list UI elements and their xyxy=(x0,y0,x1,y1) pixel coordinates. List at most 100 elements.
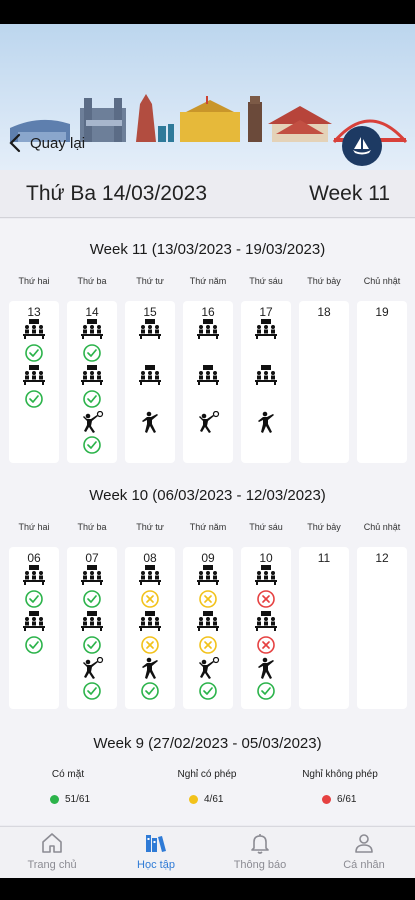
day-card[interactable]: 11 xyxy=(299,547,349,709)
day-card[interactable]: 07 xyxy=(67,547,117,709)
day-card[interactable]: 10 xyxy=(241,547,291,709)
attendance-list[interactable]: Week 11 (13/03/2023 - 19/03/2023) Thứ hai… xyxy=(0,219,415,825)
present-check-icon xyxy=(80,342,104,364)
day-card[interactable]: 08 xyxy=(125,547,175,709)
class-icon xyxy=(80,365,104,387)
legend-value: 4/61 xyxy=(189,794,223,805)
unexcused-x-icon xyxy=(254,634,278,656)
day-header: Thứ sáu xyxy=(249,276,283,286)
day-number: 15 xyxy=(143,305,157,319)
class-icon xyxy=(196,565,220,587)
legend-count: 6/61 xyxy=(337,794,357,805)
legend-count: 4/61 xyxy=(204,794,224,805)
day-header: Thứ hai xyxy=(18,276,50,286)
martial-arts-icon xyxy=(254,411,278,433)
day-card[interactable]: 19 xyxy=(357,301,407,463)
class-icon xyxy=(22,611,46,633)
day-card[interactable]: 15 xyxy=(125,301,175,463)
excused-dot-icon xyxy=(189,795,198,804)
class-icon xyxy=(254,319,278,341)
day-number: 11 xyxy=(317,551,331,565)
day-number: 06 xyxy=(27,551,41,565)
day-card[interactable]: 12 xyxy=(357,547,407,709)
present-check-icon xyxy=(22,588,46,610)
legend-label: Có mặt xyxy=(51,769,85,780)
school-logo xyxy=(342,126,382,166)
present-check-icon xyxy=(22,342,46,364)
day-header: Thứ bảy xyxy=(307,276,341,286)
class-icon xyxy=(22,565,46,587)
legend-count: 51/61 xyxy=(65,794,91,805)
chevron-left-icon xyxy=(9,133,21,153)
tab-profile[interactable]: Cá nhân xyxy=(312,831,415,877)
ship-logo-icon xyxy=(353,137,371,155)
day-card[interactable]: 06 xyxy=(9,547,59,709)
day-number: 18 xyxy=(317,305,331,319)
class-icon xyxy=(196,611,220,633)
day-number: 12 xyxy=(375,551,389,565)
tab-label: Trang chủ xyxy=(27,859,77,871)
legend-value: 6/61 xyxy=(322,794,356,805)
day-card[interactable]: 13 xyxy=(9,301,59,463)
day-header: Thứ tư xyxy=(136,276,164,286)
excused-x-icon xyxy=(196,588,220,610)
day-header: Thứ năm xyxy=(189,276,227,286)
books-icon xyxy=(104,831,208,855)
week-title: Week 10 (06/03/2023 - 12/03/2023) xyxy=(89,487,326,504)
date-bar: Thứ Ba 14/03/2023 Week 11 xyxy=(0,170,415,218)
present-check-icon xyxy=(138,680,162,702)
present-check-icon xyxy=(80,588,104,610)
day-number: 16 xyxy=(201,305,215,319)
day-number: 07 xyxy=(85,551,99,565)
tab-notifications[interactable]: Thông báo xyxy=(208,831,312,877)
day-header: Thứ bảy xyxy=(307,522,341,532)
back-label: Quay lại xyxy=(30,134,86,152)
volleyball-icon xyxy=(196,657,220,679)
tab-study[interactable]: Học tập xyxy=(104,831,208,877)
class-icon xyxy=(196,319,220,341)
day-header: Thứ ba xyxy=(77,522,107,532)
present-check-icon xyxy=(80,434,104,456)
week-title: Week 9 (27/02/2023 - 05/03/2023) xyxy=(93,735,322,752)
legend-value: 51/61 xyxy=(50,794,90,805)
day-card[interactable]: 09 xyxy=(183,547,233,709)
back-button[interactable]: Quay lại xyxy=(6,132,85,154)
class-icon xyxy=(254,611,278,633)
current-week: Week 11 xyxy=(309,182,390,205)
class-icon xyxy=(254,365,278,387)
volleyball-icon xyxy=(196,411,220,433)
class-icon xyxy=(138,319,162,341)
day-number: 09 xyxy=(201,551,215,565)
day-card[interactable]: 14 xyxy=(67,301,117,463)
home-icon xyxy=(0,831,104,855)
day-card[interactable]: 17 xyxy=(241,301,291,463)
class-icon xyxy=(22,365,46,387)
day-header: Thứ hai xyxy=(18,522,50,532)
present-check-icon xyxy=(80,388,104,410)
volleyball-icon xyxy=(80,657,104,679)
day-header: Thứ ba xyxy=(77,276,107,286)
tab-home[interactable]: Trang chủ xyxy=(0,831,104,877)
present-dot-icon xyxy=(50,795,59,804)
present-check-icon xyxy=(80,680,104,702)
day-header: Chủ nhật xyxy=(363,522,401,532)
class-icon xyxy=(80,565,104,587)
tab-label: Học tập xyxy=(137,859,175,871)
present-check-icon xyxy=(22,634,46,656)
excused-x-icon xyxy=(196,634,220,656)
day-number: 08 xyxy=(143,551,157,565)
day-card[interactable]: 16 xyxy=(183,301,233,463)
day-number: 14 xyxy=(85,305,99,319)
martial-arts-icon xyxy=(138,657,162,679)
class-icon xyxy=(196,365,220,387)
day-card[interactable]: 18 xyxy=(299,301,349,463)
status-bar xyxy=(0,0,415,24)
unexcused-dot-icon xyxy=(322,795,331,804)
person-icon xyxy=(312,831,415,855)
current-date: Thứ Ba 14/03/2023 xyxy=(26,182,208,205)
class-icon xyxy=(138,365,162,387)
present-check-icon xyxy=(254,680,278,702)
home-indicator-bar xyxy=(0,878,415,900)
martial-arts-icon xyxy=(254,657,278,679)
legend-label: Nghỉ có phép xyxy=(177,769,237,780)
